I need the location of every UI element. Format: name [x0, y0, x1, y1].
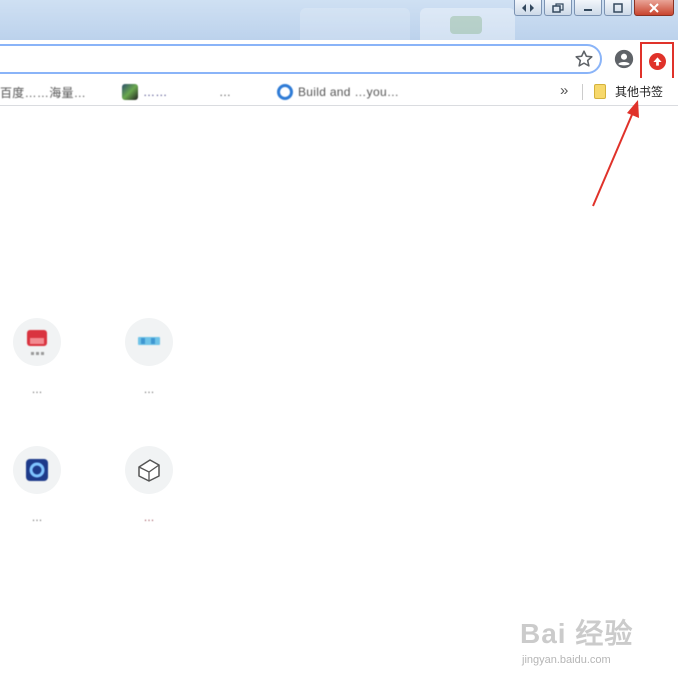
bookmark-star-icon[interactable] — [573, 48, 595, 70]
restore-button[interactable] — [544, 0, 572, 16]
maximize-button[interactable] — [604, 0, 632, 16]
bookmarks-overflow-icon[interactable]: » — [560, 82, 568, 99]
bookmark-label: … — [219, 85, 232, 99]
watermark-url: jingyan.baidu.com — [522, 654, 611, 666]
blue-text-icon — [138, 337, 160, 345]
bookmark-item[interactable]: …… — [122, 83, 168, 101]
minimize-icon — [584, 8, 592, 11]
shortcut-label: … — [31, 512, 43, 524]
profile-icon[interactable] — [613, 48, 635, 70]
shortcut-label: … — [31, 384, 43, 396]
shortcut-label: … — [143, 384, 155, 396]
bookmark-favicon-icon — [122, 84, 138, 100]
bookmark-favicon-icon — [277, 84, 293, 100]
close-icon — [649, 2, 659, 13]
restore-down-button[interactable] — [514, 0, 542, 16]
maximize-icon — [613, 2, 623, 13]
blue-square-icon — [26, 459, 48, 481]
tab-favicon-icon — [450, 16, 482, 34]
gray-box-icon — [138, 459, 160, 482]
extension-highlight-box — [640, 42, 674, 82]
restore-icon — [552, 2, 564, 13]
watermark-logo: Bai 经验 jingyan.baidu.com — [520, 612, 670, 672]
red-figure-icon — [27, 330, 47, 355]
watermark-main-text: Bai 经验 — [520, 618, 634, 649]
bookmark-item[interactable]: Build and …you… — [277, 83, 399, 101]
annotation-arrow — [592, 100, 639, 207]
bookmarks-bar: 百度……海量… …… … Build and …you… » 其他书签 — [0, 78, 678, 106]
bookmark-label: …… — [143, 85, 168, 99]
split-icon — [522, 3, 534, 12]
bookmark-item[interactable]: … — [219, 83, 231, 101]
minimize-button[interactable] — [574, 0, 602, 16]
shortcut-icon-background — [125, 446, 173, 494]
bookmark-label: 百度……海量… — [0, 85, 87, 100]
window-controls — [514, 0, 674, 16]
bookmark-item[interactable]: 百度……海量… — [0, 83, 86, 101]
bookmark-label: Build and …you… — [298, 85, 400, 99]
shortcut-icon-background — [13, 318, 61, 366]
active-tab[interactable] — [420, 8, 515, 40]
shortcut-icon-background — [13, 446, 61, 494]
background-tab[interactable] — [300, 8, 410, 40]
address-bar[interactable] — [0, 44, 602, 74]
shortcut-icon-background — [125, 318, 173, 366]
shortcut-label: … — [143, 512, 155, 524]
toolbar — [0, 40, 678, 82]
extension-upload-icon[interactable] — [649, 53, 666, 70]
title-bar — [0, 0, 678, 40]
close-button[interactable] — [634, 0, 674, 16]
